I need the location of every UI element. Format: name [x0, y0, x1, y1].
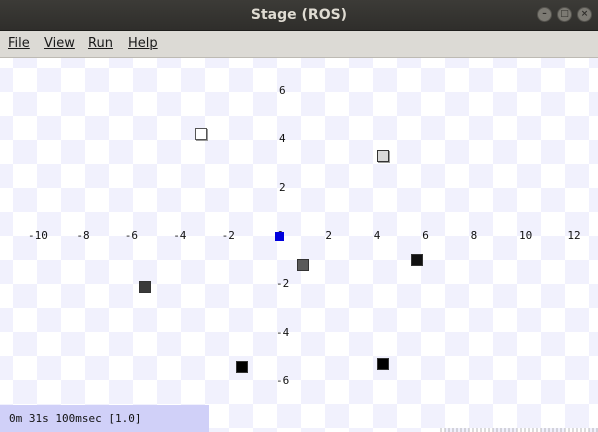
x-axis-tick-label: -10 — [28, 229, 48, 242]
menu-bar: File View Run Help — [0, 31, 598, 58]
obstacle-object[interactable] — [410, 254, 423, 267]
menu-help[interactable]: Help — [128, 31, 158, 57]
robot-marker[interactable] — [275, 232, 284, 241]
x-axis-tick-label: 4 — [373, 229, 381, 242]
y-axis-tick-label: -2 — [276, 277, 290, 291]
menu-file[interactable]: File — [8, 31, 30, 57]
obstacle-object[interactable] — [236, 360, 249, 373]
x-axis-tick-label: -4 — [173, 229, 187, 242]
y-axis-tick-label: -6 — [276, 374, 290, 388]
resize-grip[interactable] — [440, 428, 598, 432]
sim-time-status: 0m 31s 100msec [1.0] — [9, 412, 142, 425]
stage-canvas[interactable]: -10-8-6-4-2024681012642-2-4-6 — [0, 58, 598, 432]
x-axis-tick-label: 10 — [519, 229, 533, 242]
x-axis-tick-label: 2 — [325, 229, 333, 242]
x-axis-tick-label: -2 — [221, 229, 235, 242]
menu-view[interactable]: View — [44, 31, 75, 57]
obstacle-object[interactable] — [195, 128, 208, 141]
obstacle-object[interactable] — [296, 259, 309, 272]
window-title: Stage (ROS) — [250, 7, 348, 23]
obstacle-object[interactable] — [376, 150, 389, 163]
status-bar: 0m 31s 100msec [1.0] — [0, 405, 209, 432]
x-axis-tick-label: 12 — [567, 229, 581, 242]
y-axis-tick-label: 2 — [279, 180, 286, 194]
maximize-icon[interactable]: □ — [557, 7, 572, 22]
x-axis-tick-label: -8 — [76, 229, 90, 242]
x-axis-tick-label: 8 — [470, 229, 478, 242]
minimize-icon[interactable]: – — [537, 7, 552, 22]
y-axis-tick-label: 6 — [279, 83, 286, 97]
obstacle-object[interactable] — [376, 358, 389, 371]
y-axis-tick-label: 4 — [279, 132, 286, 146]
menu-run[interactable]: Run — [88, 31, 113, 57]
x-axis-tick-label: -6 — [124, 229, 139, 242]
x-axis-tick-label: 6 — [422, 229, 429, 242]
close-icon[interactable]: × — [577, 7, 592, 22]
y-axis-tick-label: -4 — [276, 325, 290, 339]
obstacle-object[interactable] — [139, 280, 152, 293]
title-bar[interactable]: Stage (ROS) – □ × — [0, 0, 598, 31]
